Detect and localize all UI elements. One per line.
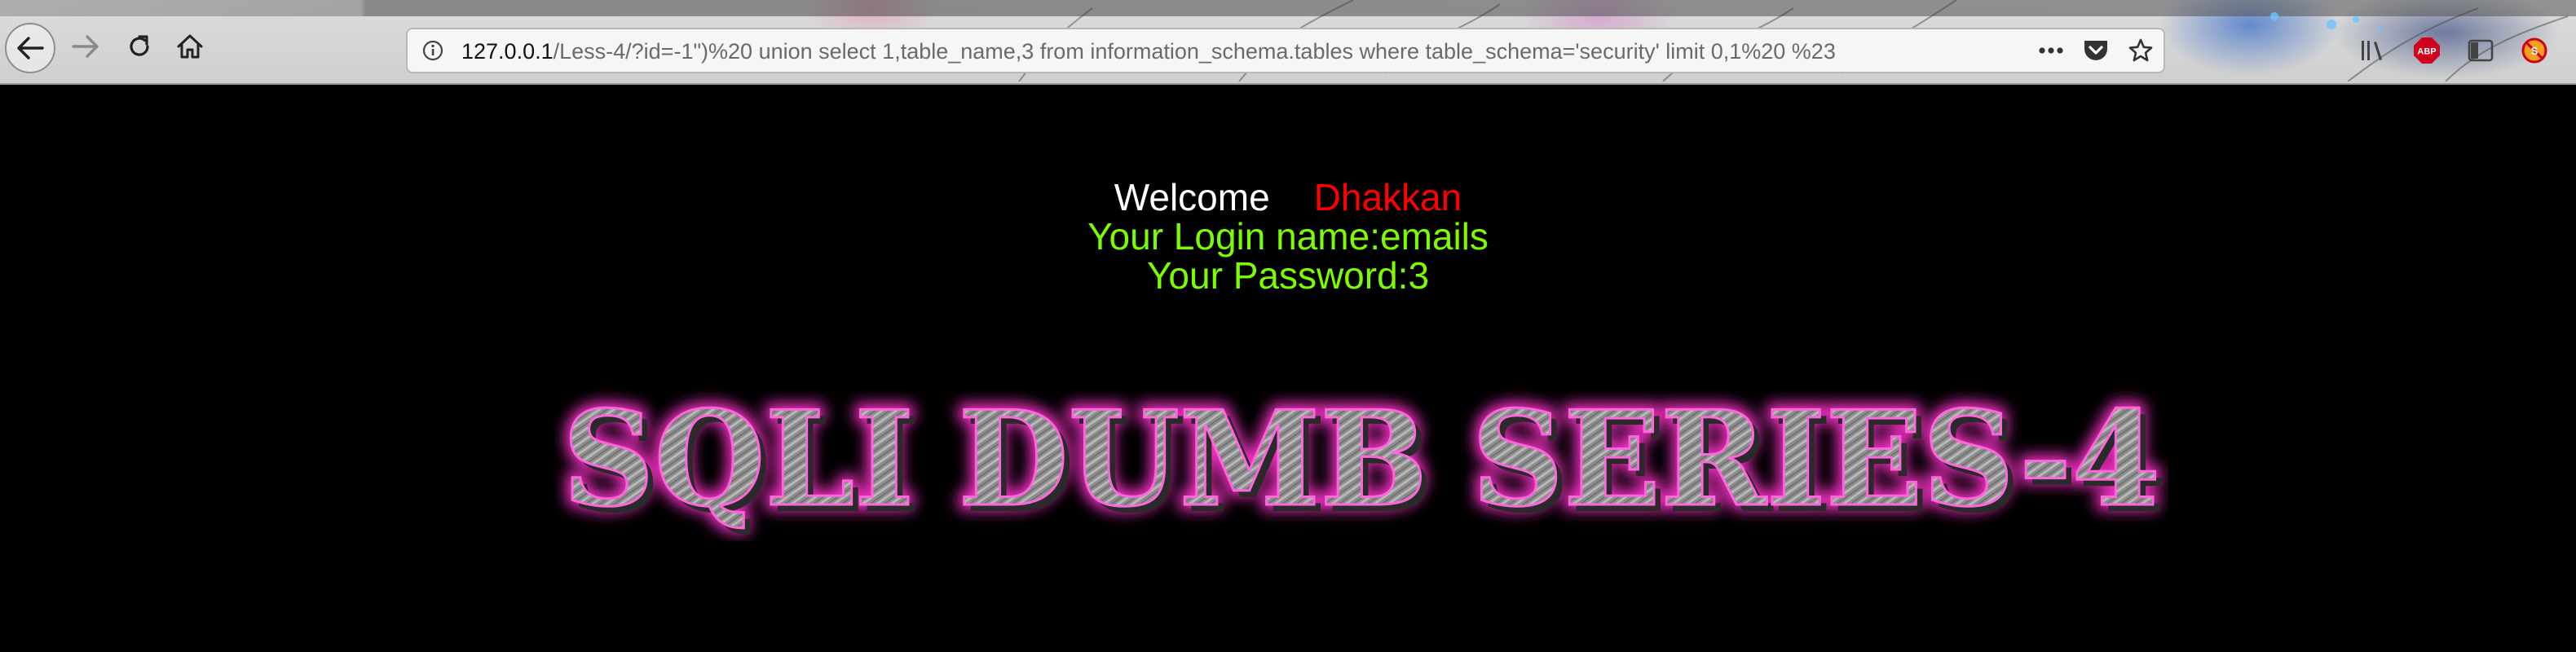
- abp-icon[interactable]: ABP: [2413, 37, 2441, 64]
- home-icon: [176, 33, 204, 59]
- toolbar-extensions: ABP S: [2359, 33, 2548, 68]
- reload-icon: [126, 33, 152, 59]
- reload-button[interactable]: [117, 24, 161, 68]
- star-icon[interactable]: [2128, 37, 2154, 64]
- welcome-greeting: Welcome: [1114, 176, 1270, 218]
- browser-toolbar: 127.0.0.1/Less-4/?id=-1")%20 union selec…: [0, 0, 2576, 85]
- welcome-block: Welcome Dhakkan Your Login name:emails Yo…: [0, 178, 2576, 295]
- blocked-script-icon[interactable]: S: [2521, 37, 2548, 64]
- series-title-image: SQLI DUMB SERIES-4 SQLI DUMB SERIES-4 SQ…: [554, 370, 2168, 541]
- home-button[interactable]: [168, 24, 212, 68]
- back-arrow-icon: [16, 36, 44, 60]
- more-actions-icon[interactable]: [2038, 46, 2064, 55]
- url-text[interactable]: 127.0.0.1/Less-4/?id=-1")%20 union selec…: [461, 39, 1836, 64]
- library-icon[interactable]: [2359, 37, 2387, 64]
- series-title: SQLI DUMB SERIES-4: [562, 382, 2160, 535]
- user-name: Dhakkan: [1313, 176, 1462, 218]
- pocket-icon[interactable]: [2082, 37, 2110, 64]
- login-name-line: Your Login name:emails: [1087, 215, 1489, 258]
- welcome-line: Welcome Dhakkan: [0, 178, 2576, 217]
- url-actions: [2038, 34, 2154, 67]
- info-icon[interactable]: [422, 40, 443, 61]
- url-path: /Less-4/?id=-1")%20 union select 1,table…: [553, 39, 1836, 64]
- url-host: 127.0.0.1: [461, 39, 554, 64]
- abp-label: ABP: [2417, 47, 2436, 57]
- password-line: Your Password:3: [1146, 254, 1430, 297]
- page-content: Welcome Dhakkan Your Login name:emails Yo…: [0, 85, 2576, 652]
- forward-button[interactable]: [64, 24, 108, 68]
- back-button[interactable]: [5, 23, 55, 73]
- svg-text:S: S: [2531, 45, 2539, 57]
- address-bar[interactable]: 127.0.0.1/Less-4/?id=-1")%20 union selec…: [406, 28, 2165, 73]
- forward-arrow-icon: [72, 34, 99, 59]
- sidebar-icon[interactable]: [2467, 38, 2494, 63]
